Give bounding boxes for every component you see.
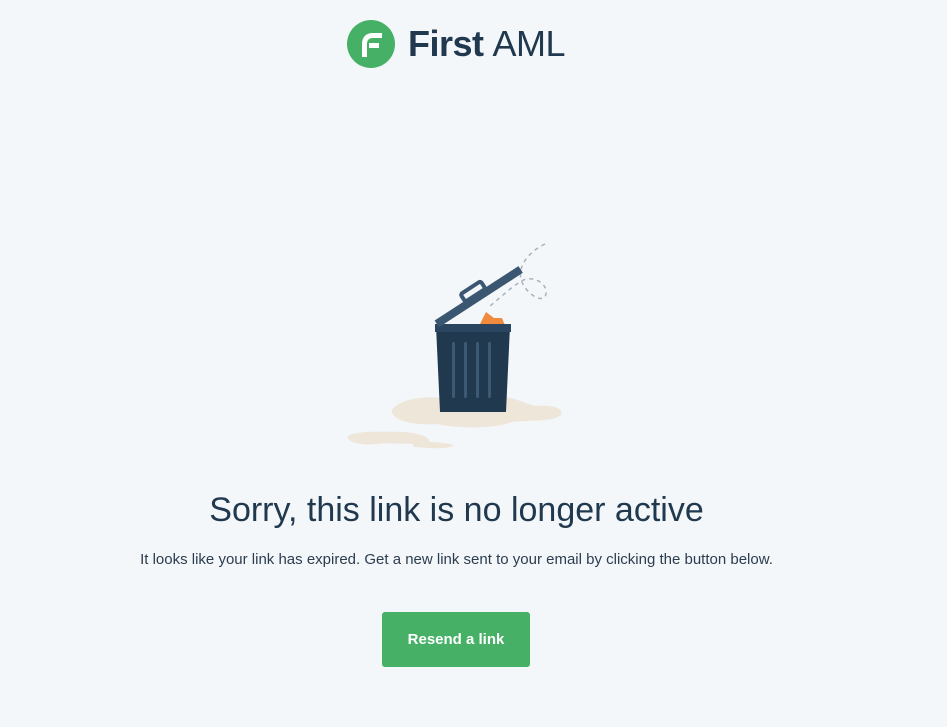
brand-name-light: AML [492, 23, 566, 64]
brand-logo[interactable]: First AML [347, 20, 566, 68]
first-aml-logo-icon [347, 20, 395, 68]
trash-can-lid [434, 266, 523, 328]
brand-name: First AML [408, 20, 566, 68]
resend-link-button[interactable]: Resend a link [382, 612, 530, 667]
trash-can-body [436, 326, 510, 412]
page-title: Sorry, this link is no longer active [209, 491, 704, 529]
trash-can-icon [347, 243, 562, 449]
expired-link-description: It looks like your link has expired. Get… [140, 551, 773, 568]
brand-name-bold: First [408, 23, 484, 64]
expired-link-page: First AML Sorry, this link is no longer a… [0, 0, 947, 727]
